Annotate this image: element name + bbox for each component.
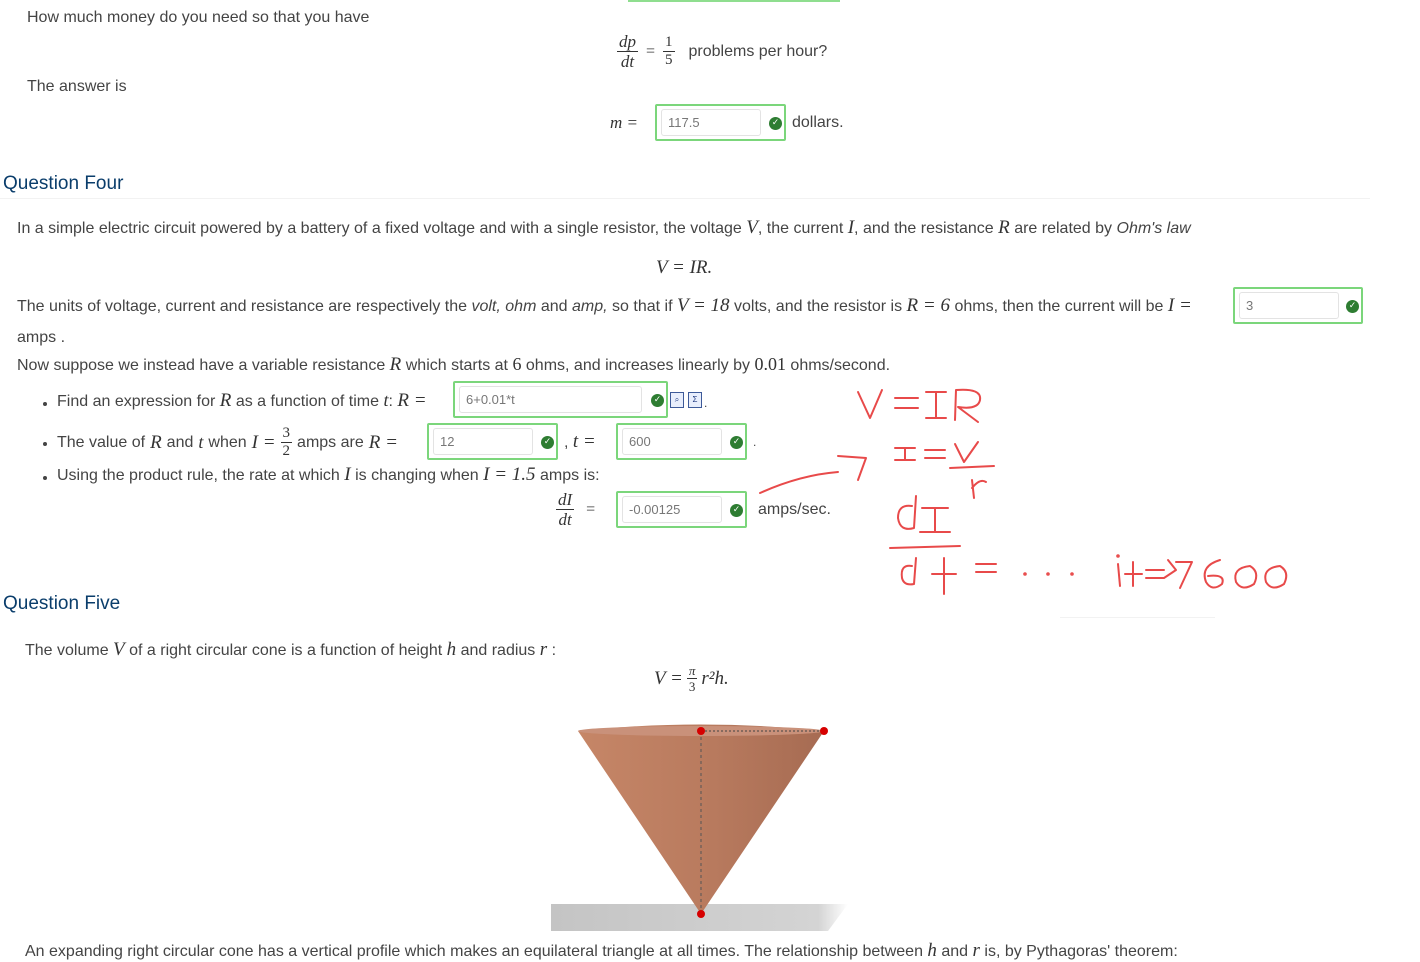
bullet-2-t-label: , t = (564, 431, 596, 452)
dollars-label: dollars. (792, 114, 844, 131)
bullet-dot (43, 476, 47, 480)
q5-intro: The volume V of a right circular cone is… (25, 639, 557, 660)
bullet-dot (43, 402, 47, 406)
preview-icon[interactable]: ⌕ (670, 392, 684, 408)
cone-illustration (551, 724, 848, 931)
q3-rate-expression: dp dt = 1 5 problems per hour? (617, 32, 828, 71)
r-expression-input[interactable] (459, 386, 642, 413)
three-halves-fraction: 3 2 (280, 425, 293, 459)
cone-center-point[interactable] (697, 727, 705, 735)
m-label: m = (610, 113, 638, 132)
ohms-law-equation: V = IR. (656, 257, 713, 278)
check-icon: ✓ (730, 436, 743, 449)
q3-answer-intro: The answer is (27, 78, 127, 95)
check-icon: ✓ (730, 504, 743, 517)
current-answer-input[interactable] (1239, 292, 1339, 319)
q4-intro: In a simple electric circuit powered by … (17, 217, 1191, 238)
bullet-dot (43, 442, 47, 446)
cone-surface (578, 724, 824, 914)
one-fifth-fraction: 1 5 (663, 34, 675, 68)
q4-heading: Question Four (3, 173, 124, 194)
t-value-answer-box: ✓ (616, 423, 747, 460)
previous-answer-border (628, 0, 840, 2)
didt-expression: dI dt = (556, 490, 596, 529)
check-icon: ✓ (769, 117, 782, 130)
r-value-input[interactable] (433, 428, 533, 455)
bullet-2-text: The value of R and t when I = 3 2 amps a… (57, 425, 398, 459)
amps-label: amps . (17, 329, 66, 346)
q5-heading-divider (1060, 617, 1215, 618)
q4-variable-sentence: Now suppose we instead have a variable r… (17, 354, 891, 375)
bullet-1-text: Find an expression for R as a function o… (57, 390, 427, 411)
dpdt-fraction: dp dt (617, 32, 638, 71)
cone-apex-point[interactable] (697, 910, 705, 918)
r-value-answer-box: ✓ (427, 423, 558, 460)
check-icon: ✓ (541, 436, 554, 449)
q5-bottom-text: An expanding right circular cone has a v… (25, 940, 1178, 961)
bullet-3-text: Using the product rule, the rate at whic… (57, 464, 600, 485)
q5-heading: Question Five (3, 593, 121, 614)
didt-input[interactable] (622, 496, 722, 523)
cone-radius-point[interactable] (820, 727, 828, 735)
m-answer-input[interactable] (661, 109, 761, 136)
cone-volume-formula: V = π 3 r²h. (654, 663, 729, 694)
check-icon: ✓ (1346, 300, 1359, 313)
q4-heading-divider (0, 198, 1370, 199)
t-value-input[interactable] (622, 428, 722, 455)
m-answer-box: ✓ (655, 104, 786, 141)
handwritten-annotations (759, 388, 1288, 595)
r-expression-answer-box: ✓ (453, 381, 668, 418)
q4-units-sentence: The units of voltage, current and resist… (17, 295, 1192, 316)
q3-question-text: How much money do you need so that you h… (27, 9, 370, 26)
didt-answer-box: ✓ (616, 491, 747, 528)
current-answer-box: ✓ (1233, 287, 1363, 324)
equation-editor-icon[interactable]: Σ (688, 392, 702, 408)
check-icon: ✓ (651, 394, 664, 407)
